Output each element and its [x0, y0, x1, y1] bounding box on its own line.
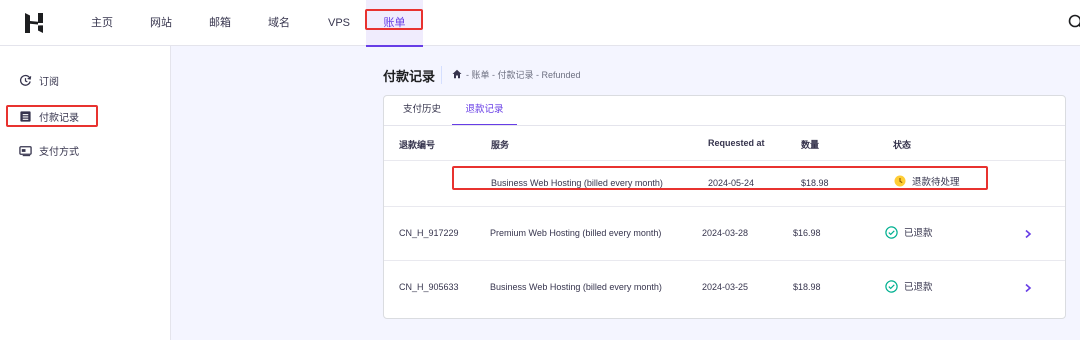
- tab-payment-history[interactable]: 支付历史: [400, 96, 444, 126]
- sidebar-item-label: 支付方式: [39, 146, 79, 158]
- status-badge: 已退款: [885, 279, 933, 293]
- check-circle-icon: [885, 279, 898, 293]
- nav-vps[interactable]: VPS: [328, 0, 350, 46]
- page-title: 付款记录: [383, 69, 436, 84]
- sidebar-item-label: 订阅: [39, 76, 59, 88]
- row-divider: [384, 206, 1065, 207]
- refunds-card: 支付历史 退款记录 退款编号 服务 Requested at 数量 状态 Bus…: [383, 95, 1066, 319]
- sidebar: 订阅 付款记录 支付方式: [0, 46, 171, 340]
- requested-date: 2024-05-24: [708, 178, 755, 188]
- column-header-refund-id: 退款编号: [399, 140, 436, 150]
- breadcrumb: - 账单 - 付款记录 - Refunded: [452, 67, 581, 81]
- column-header-amount: 数量: [801, 140, 820, 150]
- home-icon[interactable]: [452, 69, 462, 79]
- nav-websites[interactable]: 网站: [150, 0, 172, 46]
- title-divider: [441, 66, 442, 84]
- refund-id: CN_H_917229: [399, 228, 459, 238]
- column-header-requested-at: Requested at: [708, 138, 765, 148]
- receipt-icon: [20, 110, 31, 122]
- search-icon[interactable]: [1068, 14, 1080, 30]
- row-divider: [384, 160, 1065, 161]
- row-divider: [384, 260, 1065, 261]
- sidebar-item-payment-methods[interactable]: 支付方式: [0, 138, 171, 162]
- service-name: Business Web Hosting (billed every month…: [490, 282, 662, 292]
- sidebar-item-label: 付款记录: [39, 112, 79, 124]
- status-badge: 退款待处理: [894, 174, 960, 188]
- check-circle-icon: [885, 225, 898, 239]
- sidebar-item-payments[interactable]: 付款记录: [0, 104, 171, 128]
- nav-domains[interactable]: 域名: [268, 0, 290, 46]
- nav-billing[interactable]: 账单: [366, 0, 423, 47]
- service-name: Business Web Hosting (billed every month…: [491, 178, 663, 188]
- requested-date: 2024-03-28: [702, 228, 749, 238]
- requested-date: 2024-03-25: [702, 282, 749, 292]
- sidebar-item-subscriptions[interactable]: 订阅: [0, 68, 171, 92]
- chevron-right-icon[interactable]: [1024, 283, 1032, 293]
- hostinger-logo[interactable]: [24, 12, 44, 34]
- status-label: 已退款: [904, 228, 933, 239]
- column-header-status: 状态: [893, 140, 912, 150]
- top-navigation-bar: 主页 网站 邮箱 域名 VPS 账单: [0, 0, 1080, 47]
- refund-amount: $18.98: [801, 178, 829, 188]
- status-badge: 已退款: [885, 225, 933, 239]
- column-header-service: 服务: [491, 140, 510, 150]
- nav-home[interactable]: 主页: [91, 0, 113, 46]
- nav-emails[interactable]: 邮箱: [209, 0, 231, 46]
- refund-amount: $16.98: [793, 228, 821, 238]
- subscription-icon: [19, 74, 32, 86]
- tab-refunds[interactable]: 退款记录: [452, 96, 517, 126]
- status-label: 已退款: [904, 282, 933, 293]
- status-label: 退款待处理: [912, 177, 960, 188]
- refund-id: CN_H_905633: [399, 282, 459, 292]
- pending-clock-icon: [894, 175, 906, 187]
- refund-amount: $18.98: [793, 282, 821, 292]
- tabs-divider: [384, 125, 1065, 126]
- payment-card-icon: [19, 145, 32, 156]
- chevron-right-icon[interactable]: [1024, 229, 1032, 239]
- breadcrumb-path[interactable]: - 账单 - 付款记录 - Refunded: [466, 68, 581, 81]
- service-name: Premium Web Hosting (billed every month): [490, 228, 662, 238]
